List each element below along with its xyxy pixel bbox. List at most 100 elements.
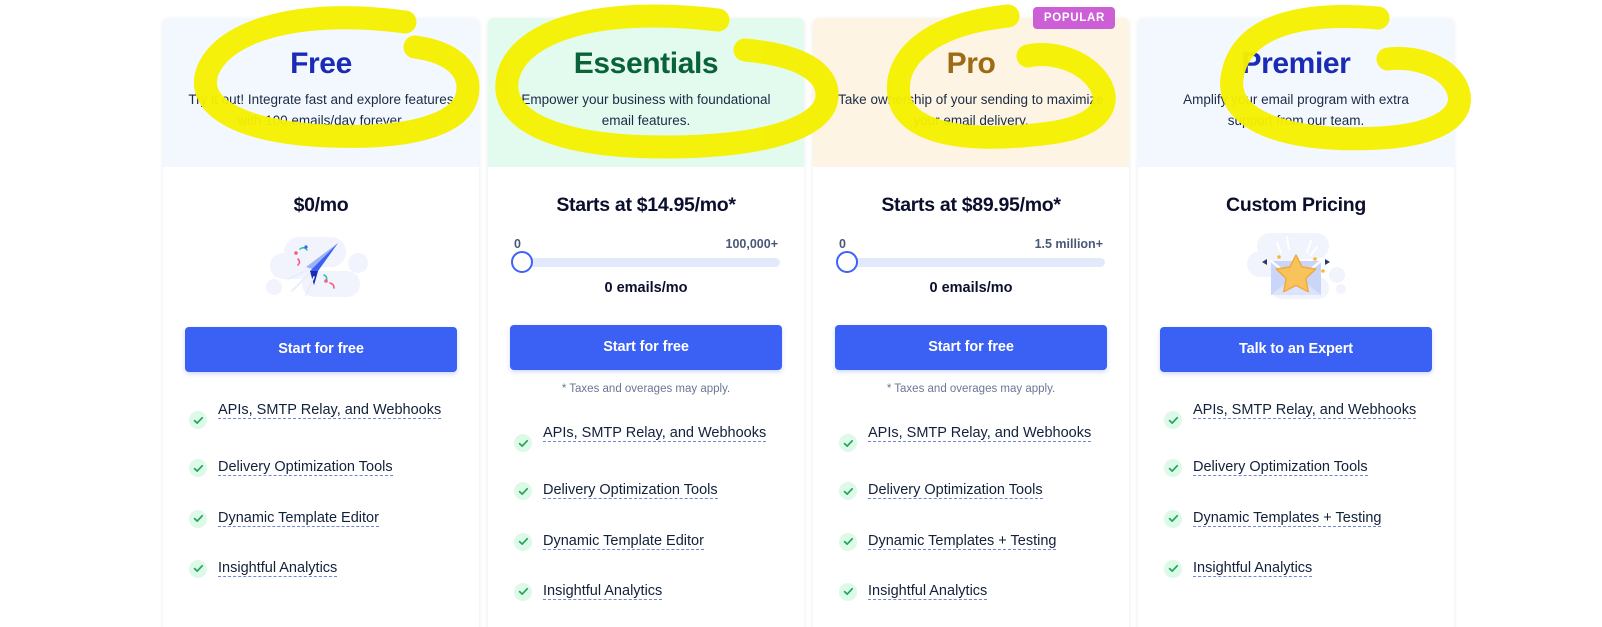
feature-text-wrap: Insightful Analytics [1193,557,1313,580]
feature-label[interactable]: Delivery Optimization Tools [868,482,1043,500]
feature-label[interactable]: Insightful Analytics [218,559,338,577]
check-icon [189,459,207,478]
check-icon [1164,459,1182,478]
slider-track[interactable] [511,251,780,274]
check-icon [839,434,857,453]
feature-item: APIs, SMTP Relay, and Webhooks [839,422,1105,453]
plan-card-free: Free Try it out! Integrate fast and explo… [163,18,479,627]
check-icon [514,532,532,551]
feature-text-wrap: APIs, SMTP Relay, and Webhooks [543,422,767,445]
cta-button-premier[interactable]: Talk to an Expert [1160,327,1432,373]
feature-text-wrap: Insightful Analytics [218,557,338,580]
check-icon [839,482,857,501]
plan-card-essentials: Essentials Empower your business with fou… [488,18,804,627]
slider-handle[interactable] [836,251,858,274]
feature-label[interactable]: Insightful Analytics [868,582,988,600]
volume-slider-pro[interactable]: 0 1.5 million+ 0 emails/mo [835,237,1107,296]
pricing-plan-grid: Free Try it out! Integrate fast and explo… [163,7,1473,627]
check-icon [1164,411,1182,430]
plan-body-premier: Custom Pricing Talk to an Expert APIs, S… [1138,167,1454,627]
slider-max-label: 1.5 million+ [1034,237,1103,252]
feature-item: Delivery Optimization Tools [514,479,780,502]
feature-list-essentials: APIs, SMTP Relay, and Webhooks Delivery … [510,422,782,603]
plan-body-essentials: Starts at $14.95/mo* 0 100,000+ 0 emails/mo… [488,167,804,627]
plan-body-free: $0/mo Start for free APIs, SMTP Relay, a… [163,167,479,627]
feature-text-wrap: APIs, SMTP Relay, and Webhooks [868,422,1092,445]
slider-min-label: 0 [839,237,846,252]
slider-range-labels: 0 100,000+ [512,237,780,251]
slider-value-label: 0 emails/mo [929,280,1013,297]
slider-handle[interactable] [511,251,533,274]
plan-header-premier: Premier Amplify your email program with e… [1138,18,1454,167]
feature-label[interactable]: Delivery Optimization Tools [543,482,718,500]
popular-badge: POPULAR [1032,7,1115,29]
pricing-page: Free Try it out! Integrate fast and explo… [0,0,1602,627]
feature-label[interactable]: APIs, SMTP Relay, and Webhooks [218,402,442,420]
plan-card-pro: POPULAR Pro Take ownership of your sending… [813,7,1129,627]
feature-label[interactable]: Delivery Optimization Tools [218,459,393,477]
plan-header-pro: POPULAR Pro Take ownership of your sending… [813,7,1129,167]
slider-track[interactable] [836,251,1105,274]
cta-button-pro[interactable]: Start for free [835,325,1107,371]
feature-label[interactable]: Insightful Analytics [543,582,663,600]
feature-label[interactable]: Dynamic Templates + Testing [1193,509,1382,527]
tax-note-essentials: * Taxes and overages may apply. [561,383,731,396]
check-icon [1164,509,1182,528]
feature-text-wrap: Delivery Optimization Tools [543,479,718,502]
feature-list-premier: APIs, SMTP Relay, and Webhooks Delivery … [1160,399,1432,580]
plan-price-pro: Starts at $89.95/mo* [881,194,1061,216]
feature-label[interactable]: Dynamic Template Editor [543,532,704,550]
feature-item: Dynamic Template Editor [189,507,455,530]
feature-label[interactable]: Dynamic Template Editor [218,509,379,527]
plan-tagline-free: Try it out! Integrate fast and explore f… [188,91,454,129]
feature-item: APIs, SMTP Relay, and Webhooks [1164,399,1430,430]
feature-item: Delivery Optimization Tools [189,456,455,479]
feature-item: Delivery Optimization Tools [839,479,1105,502]
feature-label[interactable]: Insightful Analytics [1193,559,1313,577]
check-icon [189,509,207,528]
feature-item: Dynamic Templates + Testing [1164,507,1430,530]
plan-price-premier: Custom Pricing [1226,194,1366,216]
plan-price-free: $0/mo [293,194,349,216]
feature-item: APIs, SMTP Relay, and Webhooks [514,422,780,453]
plan-header-essentials: Essentials Empower your business with fou… [488,18,804,167]
feature-text-wrap: Delivery Optimization Tools [868,479,1043,502]
cta-button-essentials[interactable]: Start for free [510,325,782,371]
feature-text-wrap: Dynamic Template Editor [543,530,704,553]
feature-label[interactable]: Dynamic Templates + Testing [868,532,1057,550]
feature-text-wrap: APIs, SMTP Relay, and Webhooks [1193,399,1417,422]
feature-item: Insightful Analytics [1164,557,1430,580]
plan-tagline-pro: Take ownership of your sending to maximi… [838,91,1104,129]
slider-value-label: 0 emails/mo [604,280,688,297]
feature-list-pro: APIs, SMTP Relay, and Webhooks Delivery … [835,422,1107,603]
slider-max-label: 100,000+ [725,237,778,252]
feature-label[interactable]: Delivery Optimization Tools [1193,459,1368,477]
feature-item: Dynamic Template Editor [514,530,780,553]
plan-name-premier: Premier [1241,47,1351,80]
cta-slot: Start for free * Taxes and overages may a… [510,325,782,395]
feature-text-wrap: Insightful Analytics [543,580,663,603]
envelope-star-illustration [1160,227,1432,305]
check-icon [1164,559,1182,578]
plan-tagline-premier: Amplify your email program with extra su… [1183,91,1409,129]
feature-label[interactable]: APIs, SMTP Relay, and Webhooks [868,425,1092,443]
tax-note-pro: * Taxes and overages may apply. [886,383,1056,396]
feature-item: Dynamic Templates + Testing [839,530,1105,553]
plan-price-essentials: Starts at $14.95/mo* [556,194,736,216]
feature-text-wrap: Insightful Analytics [868,580,988,603]
feature-label[interactable]: APIs, SMTP Relay, and Webhooks [543,425,767,443]
slider-range-labels: 0 1.5 million+ [837,237,1105,251]
feature-text-wrap: Dynamic Templates + Testing [868,530,1057,553]
feature-item: Insightful Analytics [839,580,1105,603]
cta-slot: Talk to an Expert [1160,327,1432,373]
plan-body-pro: Starts at $89.95/mo* 0 1.5 million+ 0 email… [813,167,1129,627]
plan-name-free: Free [290,47,352,80]
volume-slider-essentials[interactable]: 0 100,000+ 0 emails/mo [510,237,782,296]
feature-text-wrap: APIs, SMTP Relay, and Webhooks [218,399,442,422]
plan-name-essentials: Essentials [573,47,719,80]
feature-label[interactable]: APIs, SMTP Relay, and Webhooks [1193,402,1417,420]
check-icon [839,532,857,551]
feature-text-wrap: Delivery Optimization Tools [1193,456,1368,479]
cta-slot: Start for free [185,327,457,373]
cta-button-free[interactable]: Start for free [185,327,457,373]
